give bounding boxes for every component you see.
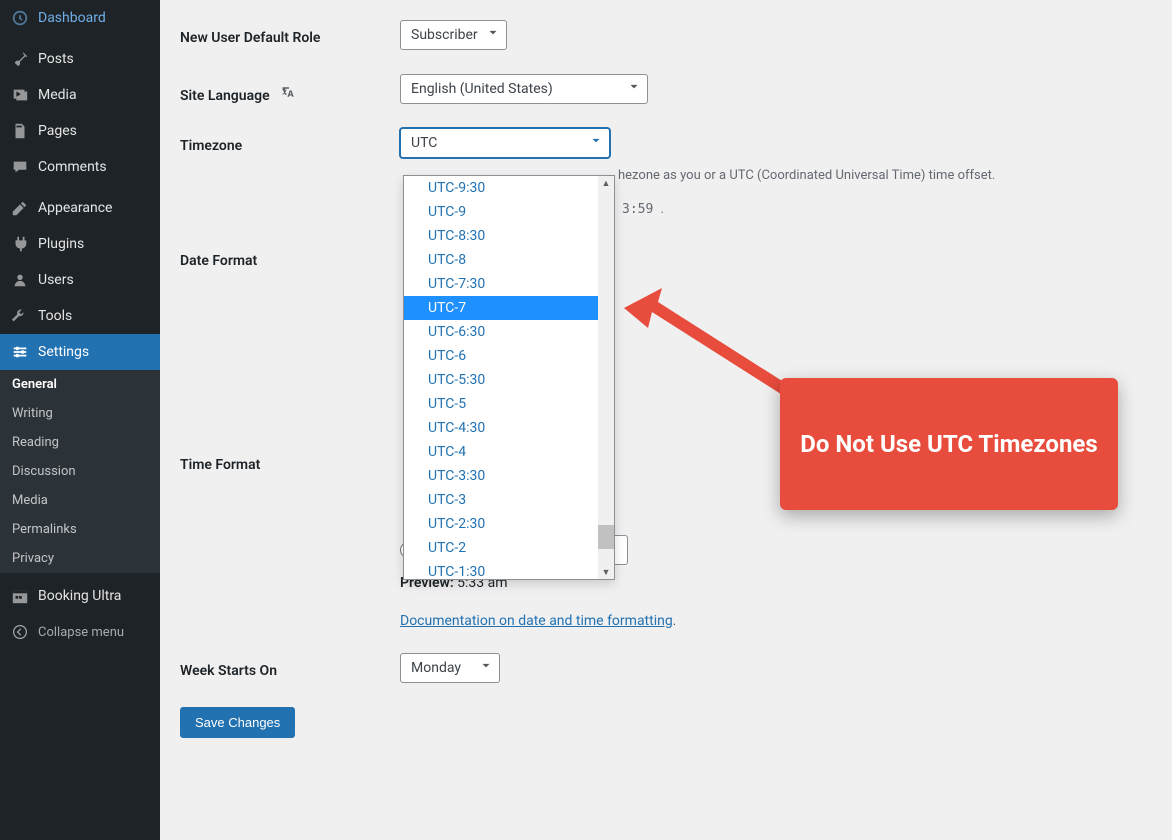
timezone-option[interactable]: UTC-1:30: [404, 560, 614, 580]
tools-icon: [10, 306, 30, 326]
sidebar-item-settings[interactable]: Settings: [0, 334, 160, 370]
select-value: UTC: [411, 135, 437, 151]
timezone-option[interactable]: UTC-5: [404, 392, 614, 416]
collapse-icon: [10, 622, 30, 642]
submenu-media[interactable]: Media: [0, 486, 160, 515]
select-week-starts[interactable]: Monday: [400, 653, 500, 683]
comments-icon: [10, 157, 30, 177]
booking-icon: [10, 586, 30, 606]
timezone-option[interactable]: UTC-3: [404, 488, 614, 512]
save-changes-button[interactable]: Save Changes: [180, 707, 295, 738]
timezone-option[interactable]: UTC-8:30: [404, 224, 614, 248]
sidebar-item-tools[interactable]: Tools: [0, 298, 160, 334]
sidebar-item-posts[interactable]: Posts: [0, 41, 160, 77]
sidebar-label: Plugins: [38, 236, 84, 252]
select-site-language[interactable]: English (United States): [400, 74, 648, 104]
timezone-dropdown-list[interactable]: ▲ ▼ UTC-9:30UTC-9UTC-8:30UTC-8UTC-7:30UT…: [403, 175, 615, 580]
annotation-arrow: [624, 288, 794, 408]
select-value: Subscriber: [411, 27, 478, 43]
timezone-option[interactable]: UTC-5:30: [404, 368, 614, 392]
timezone-option[interactable]: UTC-9:30: [404, 176, 614, 200]
sidebar-item-media[interactable]: Media: [0, 77, 160, 113]
timezone-option[interactable]: UTC-3:30: [404, 464, 614, 488]
timezone-option[interactable]: UTC-4:30: [404, 416, 614, 440]
sidebar-label: Pages: [38, 123, 77, 139]
label-week-starts: Week Starts On: [180, 653, 400, 679]
select-value: English (United States): [411, 81, 553, 97]
sidebar-label: Posts: [38, 51, 74, 67]
sidebar-item-booking-ultra[interactable]: Booking Ultra: [0, 578, 160, 614]
timezone-option[interactable]: UTC-2: [404, 536, 614, 560]
admin-sidebar: Dashboard Posts Media Pages Comments App…: [0, 0, 160, 840]
sidebar-item-comments[interactable]: Comments: [0, 149, 160, 185]
chevron-down-icon: [589, 134, 603, 152]
row-timezone: Timezone UTC hezone as you or a UTC (Coo…: [180, 128, 1152, 219]
submenu-general[interactable]: General: [0, 370, 160, 399]
sidebar-label: Comments: [38, 159, 107, 175]
submenu-reading[interactable]: Reading: [0, 428, 160, 457]
submenu-permalinks[interactable]: Permalinks: [0, 515, 160, 544]
sidebar-item-appearance[interactable]: Appearance: [0, 190, 160, 226]
timezone-option[interactable]: UTC-2:30: [404, 512, 614, 536]
scroll-up-icon[interactable]: ▲: [598, 176, 614, 190]
sidebar-label: Booking Ultra: [38, 588, 121, 604]
timezone-option[interactable]: UTC-6:30: [404, 320, 614, 344]
sidebar-label: Dashboard: [38, 10, 106, 26]
label-time-format: Time Format: [180, 447, 400, 473]
label-default-role: New User Default Role: [180, 20, 400, 46]
media-icon: [10, 85, 30, 105]
label-date-format: Date Format: [180, 243, 400, 269]
dashboard-icon: [10, 8, 30, 28]
appearance-icon: [10, 198, 30, 218]
row-default-role: New User Default Role Subscriber: [180, 20, 1152, 50]
collapse-menu-button[interactable]: Collapse menu: [0, 614, 160, 650]
label-timezone: Timezone: [180, 128, 400, 154]
scroll-thumb[interactable]: [598, 525, 614, 549]
timezone-option[interactable]: UTC-7: [404, 296, 614, 320]
sidebar-label: Tools: [38, 308, 72, 324]
translate-icon: [281, 88, 297, 104]
sidebar-label: Media: [38, 87, 77, 103]
timezone-option[interactable]: UTC-7:30: [404, 272, 614, 296]
timezone-option[interactable]: UTC-8: [404, 248, 614, 272]
chevron-down-icon: [486, 26, 500, 44]
plugins-icon: [10, 234, 30, 254]
collapse-label: Collapse menu: [38, 625, 124, 640]
timezone-option[interactable]: UTC-4: [404, 440, 614, 464]
chevron-down-icon: [479, 659, 493, 677]
submenu-discussion[interactable]: Discussion: [0, 457, 160, 486]
sidebar-item-users[interactable]: Users: [0, 262, 160, 298]
link-date-time-docs[interactable]: Documentation on date and time formattin…: [400, 613, 673, 629]
sidebar-label: Settings: [38, 344, 89, 360]
annotation-text: Do Not Use UTC Timezones: [800, 428, 1097, 460]
sidebar-label: Appearance: [38, 200, 112, 216]
dropdown-scrollbar[interactable]: ▲ ▼: [598, 176, 614, 579]
chevron-down-icon: [627, 80, 641, 98]
submenu-writing[interactable]: Writing: [0, 399, 160, 428]
sidebar-item-plugins[interactable]: Plugins: [0, 226, 160, 262]
row-site-language: Site Language English (United States): [180, 74, 1152, 104]
annotation-callout: Do Not Use UTC Timezones: [780, 378, 1118, 510]
settings-icon: [10, 342, 30, 362]
sidebar-item-pages[interactable]: Pages: [0, 113, 160, 149]
timezone-option[interactable]: UTC-6: [404, 344, 614, 368]
select-default-role[interactable]: Subscriber: [400, 20, 507, 50]
sidebar-label: Users: [38, 272, 74, 288]
pages-icon: [10, 121, 30, 141]
users-icon: [10, 270, 30, 290]
settings-submenu: General Writing Reading Discussion Media…: [0, 370, 160, 573]
select-timezone[interactable]: UTC: [400, 128, 610, 158]
pin-icon: [10, 49, 30, 69]
scroll-down-icon[interactable]: ▼: [598, 565, 614, 579]
label-site-language: Site Language: [180, 74, 400, 104]
select-value: Monday: [411, 660, 461, 676]
timezone-option[interactable]: UTC-9: [404, 200, 614, 224]
submenu-privacy[interactable]: Privacy: [0, 544, 160, 573]
sidebar-item-dashboard[interactable]: Dashboard: [0, 0, 160, 36]
row-week-starts: Week Starts On Monday: [180, 653, 1152, 683]
